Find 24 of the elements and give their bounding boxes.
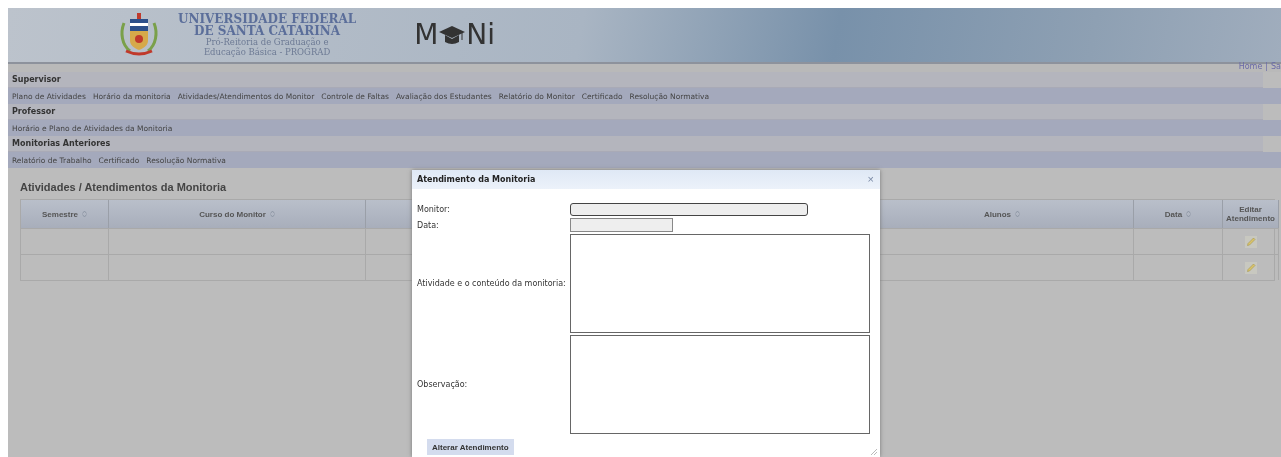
column-header[interactable]: Data bbox=[1134, 200, 1223, 228]
menu-section-header: Professor bbox=[8, 104, 1263, 120]
field-label: Observação: bbox=[417, 380, 469, 389]
column-header[interactable]: Semestre bbox=[21, 200, 109, 228]
department-name: Pró-Reitoria de Graduação e bbox=[205, 37, 329, 47]
separator: | bbox=[1265, 62, 1268, 71]
top-link[interactable]: Sa bbox=[1271, 62, 1281, 71]
university-name: DE SANTA CATARINA bbox=[194, 25, 341, 37]
page-title: Atividades / Atendimentos da Monitoria bbox=[20, 181, 228, 193]
dialog-title: Atendimento da Monitoria bbox=[417, 175, 536, 184]
alterar-button[interactable]: Alterar Atendimento bbox=[427, 439, 514, 455]
menu-section-header: Supervisor bbox=[8, 72, 1263, 88]
department-name: Educação Básica - PROGRAD bbox=[203, 47, 331, 57]
close-button[interactable]: × bbox=[867, 174, 874, 185]
column-header: Editar Atendimento bbox=[1223, 200, 1279, 228]
logo-text: M bbox=[414, 20, 439, 50]
field-label: Monitor: bbox=[417, 205, 451, 214]
logo-text: Ni bbox=[466, 20, 496, 50]
university-name: UNIVERSIDADE FEDERAL bbox=[178, 13, 357, 25]
top-link[interactable]: Home bbox=[1238, 62, 1263, 71]
column-header[interactable]: Curso do Monitor bbox=[109, 200, 366, 228]
menu-section-header: Monitorias Anteriores bbox=[8, 136, 1263, 152]
field-label: Atividade e o conteúdo da monitoria: bbox=[417, 279, 567, 288]
field-label: Data: bbox=[417, 220, 440, 230]
